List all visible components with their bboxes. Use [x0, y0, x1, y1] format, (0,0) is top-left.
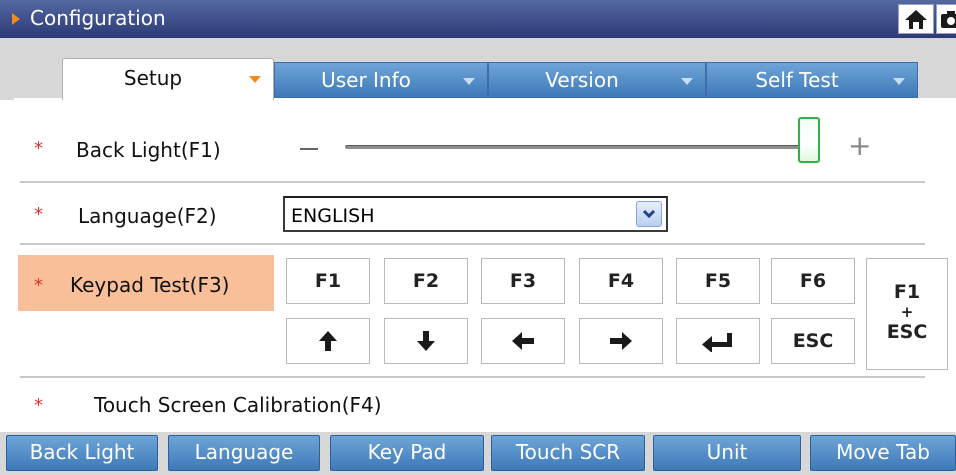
arrow-left-icon: [512, 332, 534, 350]
key-combo-line1: F1: [893, 281, 921, 303]
tab-user-info-label: User Info: [321, 68, 411, 92]
title-arrow-icon: [12, 13, 20, 25]
chevron-down-icon: [642, 209, 656, 219]
arrow-down-icon: [417, 331, 435, 351]
home-button[interactable]: [898, 4, 934, 34]
plus-icon[interactable]: +: [848, 132, 871, 160]
enter-icon: [702, 333, 732, 352]
key-f1-esc[interactable]: F1 + ESC: [866, 258, 948, 370]
tab-version-label: Version: [545, 68, 619, 92]
key-f1[interactable]: F1: [286, 258, 370, 304]
touch-scr-button[interactable]: Touch SCR: [491, 435, 645, 471]
required-star: *: [34, 138, 43, 159]
divider: [20, 376, 925, 378]
title-bar: Configuration: [0, 0, 956, 38]
chevron-down-icon: [681, 78, 693, 85]
key-f6[interactable]: F6: [771, 258, 855, 304]
window-title: Configuration: [30, 6, 166, 30]
key-f4[interactable]: F4: [579, 258, 663, 304]
tab-setup-label: Setup: [123, 66, 183, 90]
key-f3[interactable]: F3: [481, 258, 565, 304]
divider: [20, 181, 925, 183]
required-star: *: [34, 204, 43, 225]
move-tab-button[interactable]: Move Tab: [810, 435, 956, 471]
required-star: *: [34, 275, 43, 296]
language-select[interactable]: ENGLISH: [283, 196, 668, 232]
key-f2[interactable]: F2: [384, 258, 468, 304]
back-light-label: Back Light(F1): [76, 138, 221, 162]
required-star: *: [34, 395, 43, 416]
minus-icon[interactable]: [300, 148, 318, 150]
key-f5[interactable]: F5: [676, 258, 760, 304]
touch-screen-calibration-label[interactable]: Touch Screen Calibration(F4): [94, 393, 382, 417]
arrow-up-icon: [319, 331, 337, 351]
home-icon: [905, 10, 927, 29]
key-combo-line3: ESC: [886, 321, 928, 343]
chevron-down-icon: [249, 76, 261, 83]
unit-button[interactable]: Unit: [653, 435, 801, 471]
keypad-test-label: Keypad Test(F3): [70, 273, 230, 297]
back-light-button[interactable]: Back Light: [6, 435, 158, 471]
key-down[interactable]: [384, 318, 468, 364]
chevron-down-icon: [893, 78, 905, 85]
back-light-slider-track[interactable]: [345, 145, 800, 149]
divider: [20, 243, 925, 245]
language-dropdown-button[interactable]: [636, 201, 662, 227]
arrow-right-icon: [610, 332, 632, 350]
language-label: Language(F2): [78, 204, 217, 228]
tab-strip: Setup User Info Version Self Test: [0, 38, 956, 100]
tab-self-test[interactable]: Self Test: [706, 62, 918, 98]
language-value: ENGLISH: [291, 205, 375, 227]
key-right[interactable]: [579, 318, 663, 364]
key-esc[interactable]: ESC: [771, 318, 855, 364]
key-combo-line2: +: [900, 303, 914, 321]
tab-user-info[interactable]: User Info: [274, 62, 488, 98]
camera-button[interactable]: [936, 4, 956, 34]
key-pad-button[interactable]: Key Pad: [330, 435, 484, 471]
camera-icon: [941, 11, 956, 28]
key-enter[interactable]: [676, 318, 760, 364]
chevron-down-icon: [463, 78, 475, 85]
tab-version[interactable]: Version: [488, 62, 706, 98]
back-light-slider-thumb[interactable]: [798, 117, 820, 163]
language-button[interactable]: Language: [168, 435, 320, 471]
tab-setup[interactable]: Setup: [62, 58, 274, 100]
key-up[interactable]: [286, 318, 370, 364]
key-left[interactable]: [481, 318, 565, 364]
tab-self-test-label: Self Test: [755, 68, 839, 92]
